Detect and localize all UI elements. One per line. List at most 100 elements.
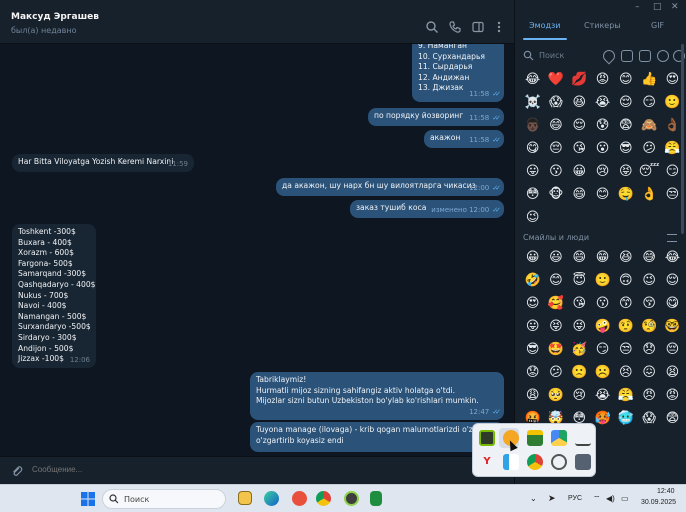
emoji-item[interactable]: 🙃	[614, 269, 637, 292]
emoji-item[interactable]: ☠️	[521, 91, 544, 114]
emoji-item[interactable]: 😞	[637, 338, 660, 361]
emoji-item[interactable]: 😂	[521, 68, 544, 91]
emoji-item[interactable]: 🥶	[614, 407, 637, 430]
emoji-item[interactable]: 😅	[637, 246, 660, 269]
emoji-item[interactable]: 🙂	[591, 269, 614, 292]
emoji-item[interactable]: 😙	[614, 292, 637, 315]
emoji-item[interactable]: 😝	[614, 160, 637, 183]
emoji-item[interactable]: 🧐	[637, 315, 660, 338]
emoji-item[interactable]: 😁	[591, 246, 614, 269]
emoji-item[interactable]: 😊	[544, 269, 567, 292]
emoji-item[interactable]: ☹️	[591, 361, 614, 384]
emoji-item[interactable]: ❤️	[544, 68, 567, 91]
emoji-item[interactable]: 😗	[544, 160, 567, 183]
emoji-item[interactable]: 😉	[637, 269, 660, 292]
emoji-item[interactable]: 😏	[591, 338, 614, 361]
yandex-icon[interactable]: Y	[479, 454, 495, 470]
emoji-item[interactable]: 🤩	[544, 338, 567, 361]
call-icon[interactable]	[448, 20, 462, 34]
tab-gif[interactable]: GIF	[651, 21, 664, 30]
clock-date[interactable]: 30.09.2025	[641, 499, 676, 506]
emoji-item[interactable]: 😋	[661, 292, 684, 315]
link-icon[interactable]	[551, 454, 567, 470]
smile-category-icon[interactable]	[657, 50, 669, 62]
emoji-item[interactable]: 😌	[614, 91, 637, 114]
message-list[interactable]: 9. Наманган 10. Сурхандарья 11. Сырдарья…	[0, 44, 514, 456]
tab-emoji[interactable]: Эмодзи	[529, 21, 561, 30]
emoji-item[interactable]: 😍	[521, 292, 544, 315]
emoji-item[interactable]: 😔	[661, 338, 684, 361]
app-badge-icon[interactable]	[292, 491, 307, 506]
emoji-item[interactable]: 😜	[568, 315, 591, 338]
emoji-item[interactable]: 😢	[568, 384, 591, 407]
emoji-item[interactable]: 😇	[568, 269, 591, 292]
emoji-item[interactable]: 😣	[614, 361, 637, 384]
search-icon[interactable]	[425, 20, 439, 34]
emoji-item[interactable]: 😤	[614, 384, 637, 407]
emoji-item[interactable]: 🙈	[637, 114, 660, 137]
emoji-item[interactable]: 😕	[544, 361, 567, 384]
emoji-item[interactable]: 😘	[568, 137, 591, 160]
emoji-item[interactable]: 😄	[568, 183, 591, 206]
emoji-item[interactable]: 😭	[591, 384, 614, 407]
emoji-item[interactable]: 😃	[544, 246, 567, 269]
emoji-item[interactable]: 😚	[637, 292, 660, 315]
taskbar-search[interactable]: Поиск	[102, 489, 226, 509]
emoji-item[interactable]: 🤓	[661, 315, 684, 338]
network-icon[interactable]: ⌔	[593, 494, 601, 504]
emoji-item[interactable]: 😱	[637, 407, 660, 430]
emoji-item[interactable]: 😋	[521, 137, 544, 160]
emoji-item[interactable]: 🥺	[544, 384, 567, 407]
emoji-item[interactable]: 😄	[568, 246, 591, 269]
sidebar-toggle-icon[interactable]	[471, 20, 485, 34]
emoji-item[interactable]: 😉	[521, 206, 544, 229]
emoji-item[interactable]: 😕	[637, 137, 660, 160]
spreadsheet-icon[interactable]	[370, 491, 382, 506]
usb-icon[interactable]	[575, 430, 591, 446]
contact-name[interactable]: Максуд Эргашев	[11, 12, 99, 22]
emoji-item[interactable]: 😎	[521, 338, 544, 361]
section-collapse-icon[interactable]	[667, 234, 677, 242]
emoji-item[interactable]: 🤪	[591, 315, 614, 338]
emoji-item[interactable]: 😟	[521, 361, 544, 384]
language-indicator[interactable]: РУС	[568, 495, 582, 502]
emoji-item[interactable]: 😊	[591, 183, 614, 206]
volume-icon[interactable]: ◀)	[606, 494, 615, 503]
emoji-item[interactable]: 😭	[591, 91, 614, 114]
emoji-item[interactable]: 😢	[591, 160, 614, 183]
emoji-item[interactable]: 🤨	[614, 315, 637, 338]
file-explorer-icon[interactable]	[238, 491, 252, 505]
emoji-item[interactable]: 👌	[637, 183, 660, 206]
emoji-item[interactable]: 😒	[614, 338, 637, 361]
stack-icon[interactable]	[527, 430, 543, 446]
emoji-item[interactable]: 👨🏿	[521, 114, 544, 137]
emoji-item[interactable]: 🐵	[544, 183, 567, 206]
paperclip-icon[interactable]	[10, 464, 24, 478]
emoji-item[interactable]: 😖	[637, 361, 660, 384]
edge-icon[interactable]	[264, 491, 279, 506]
emoji-item[interactable]: 🥳	[568, 338, 591, 361]
emoji-item[interactable]: 😆	[614, 246, 637, 269]
tab-stickers[interactable]: Стикеры	[584, 21, 621, 30]
emoji-scrollbar[interactable]	[681, 44, 684, 234]
emoji-item[interactable]: 😨	[614, 114, 637, 137]
chrome-icon[interactable]	[527, 454, 543, 470]
emoji-item[interactable]: 😆	[568, 91, 591, 114]
more-icon[interactable]	[492, 20, 506, 34]
thumbs-down-category-icon[interactable]	[639, 50, 651, 62]
emoji-item[interactable]: 🤤	[614, 183, 637, 206]
message-bubble[interactable]: Tabriklaymiz! Hurmatli mijoz sizning sah…	[250, 372, 504, 420]
emoji-item[interactable]: 😩	[521, 384, 544, 407]
emoji-item[interactable]: 😳	[521, 183, 544, 206]
nvidia-icon[interactable]	[479, 430, 495, 446]
message-bubble[interactable]: Har Bitta Viloyatga Yozish Keremi Narxin…	[12, 154, 194, 172]
emoji-item[interactable]: 😮	[591, 137, 614, 160]
telegram-tray-icon[interactable]: ➤	[548, 493, 556, 504]
emoji-item[interactable]: 😀	[521, 246, 544, 269]
emoji-item[interactable]: 😠	[637, 384, 660, 407]
emoji-item[interactable]: 😎	[614, 137, 637, 160]
emoji-item[interactable]: 😝	[544, 315, 567, 338]
emoji-item[interactable]: 😔	[544, 137, 567, 160]
message-input[interactable]	[32, 465, 332, 474]
message-bubble[interactable]: Toshkent -300$ Buxara - 400$ Xorazm - 60…	[12, 224, 96, 368]
